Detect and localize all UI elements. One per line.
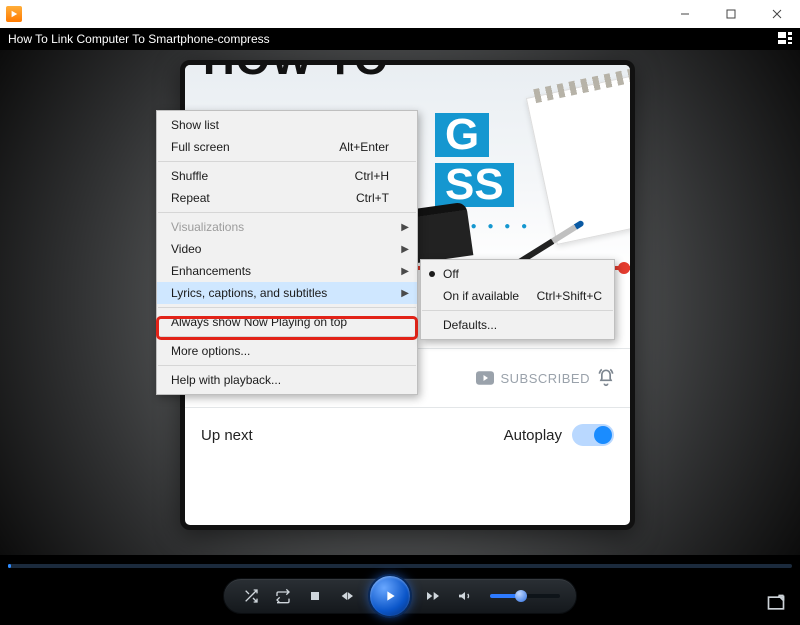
- menu-full-screen[interactable]: Full screenAlt+Enter: [157, 136, 417, 158]
- switch-view-icon[interactable]: [778, 31, 792, 47]
- bell-icon: [596, 367, 616, 390]
- notepad-graphic: [526, 71, 635, 245]
- shortcut-label: Alt+Enter: [339, 140, 389, 154]
- next-button[interactable]: [422, 585, 444, 607]
- menu-video[interactable]: Video▶: [157, 238, 417, 260]
- fullscreen-button[interactable]: [766, 593, 786, 613]
- menu-shuffle[interactable]: ShuffleCtrl+H: [157, 165, 417, 187]
- menu-lyrics-captions-subtitles[interactable]: Lyrics, captions, and subtitles▶: [157, 282, 417, 304]
- submenu-defaults[interactable]: Defaults...: [421, 314, 614, 336]
- volume-slider[interactable]: [490, 594, 560, 598]
- chevron-right-icon: ▶: [401, 288, 409, 299]
- shortcut-label: Ctrl+T: [356, 191, 389, 205]
- submenu-on-if-available[interactable]: On if availableCtrl+Shift+C: [421, 285, 614, 307]
- seek-bar[interactable]: [8, 563, 792, 569]
- previous-button[interactable]: [336, 585, 358, 607]
- video-area[interactable]: HOW TO G SS ● ● ● ● ● ● Like Dislike: [0, 50, 800, 555]
- play-button[interactable]: [368, 574, 412, 618]
- video-text-howto: HOW TO: [203, 60, 389, 85]
- chevron-right-icon: ▶: [401, 244, 409, 255]
- autoplay-label: Autoplay: [504, 427, 562, 444]
- submenu-off[interactable]: Off: [421, 263, 614, 285]
- shortcut-label: Ctrl+Shift+C: [537, 289, 602, 303]
- menu-show-list[interactable]: Show list: [157, 114, 417, 136]
- chevron-right-icon: ▶: [401, 266, 409, 277]
- context-submenu-subtitles: Off On if availableCtrl+Shift+C Defaults…: [420, 259, 615, 340]
- subscribed-badge: SUBSCRIBED: [476, 367, 616, 390]
- player-window: How To Link Computer To Smartphone-compr…: [0, 28, 800, 625]
- minimize-button[interactable]: [662, 0, 708, 28]
- player-caption-bar: How To Link Computer To Smartphone-compr…: [0, 28, 800, 50]
- mute-button[interactable]: [454, 585, 476, 607]
- subscribed-label: SUBSCRIBED: [500, 371, 590, 386]
- video-text-badge1: G: [435, 113, 489, 157]
- radio-selected-icon: [429, 271, 435, 277]
- menu-enhancements[interactable]: Enhancements▶: [157, 260, 417, 282]
- shuffle-button[interactable]: [240, 585, 262, 607]
- close-button[interactable]: [754, 0, 800, 28]
- stop-button[interactable]: [304, 585, 326, 607]
- context-menu: Show list Full screenAlt+Enter ShuffleCt…: [156, 110, 418, 395]
- menu-always-on-top[interactable]: Always show Now Playing on top: [157, 311, 417, 333]
- window-titlebar: [0, 0, 800, 28]
- shortcut-label: Ctrl+H: [355, 169, 389, 183]
- maximize-button[interactable]: [708, 0, 754, 28]
- player-controls: [0, 573, 800, 619]
- video-text-badge2: SS: [435, 163, 514, 207]
- youtube-icon: [476, 371, 494, 385]
- up-next-label: Up next: [201, 427, 253, 444]
- menu-repeat[interactable]: RepeatCtrl+T: [157, 187, 417, 209]
- app-icon: [6, 6, 22, 22]
- chevron-right-icon: ▶: [401, 222, 409, 233]
- menu-help-playback[interactable]: Help with playback...: [157, 369, 417, 391]
- menu-more-options[interactable]: More options...: [157, 340, 417, 362]
- video-title: How To Link Computer To Smartphone-compr…: [8, 32, 270, 46]
- autoplay-toggle: [572, 424, 614, 446]
- repeat-button[interactable]: [272, 585, 294, 607]
- menu-visualizations: Visualizations▶: [157, 216, 417, 238]
